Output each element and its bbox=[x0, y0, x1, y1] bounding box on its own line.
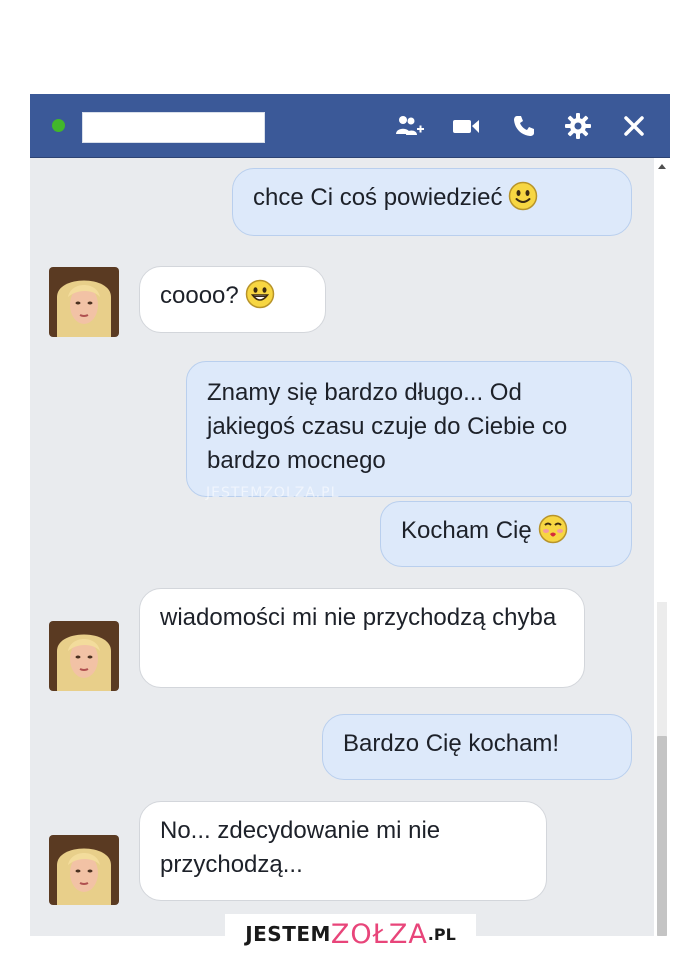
message-text: coooo? bbox=[160, 282, 239, 309]
contact-avatar[interactable] bbox=[49, 267, 119, 337]
message-list: chce Ci coś powiedzieć coooo? Znamy się … bbox=[30, 158, 654, 936]
message-text: Bardzo Cię kocham! bbox=[343, 730, 560, 757]
message-text: No... zdecydowanie mi nie przychodzą... bbox=[160, 817, 441, 878]
smile-emoji bbox=[508, 181, 538, 211]
phone-icon[interactable] bbox=[508, 110, 540, 142]
sent-message-bubble: Kocham Cię bbox=[380, 501, 632, 567]
message-text: chce Ci coś powiedzieć bbox=[253, 184, 503, 211]
close-icon[interactable] bbox=[618, 110, 650, 142]
message-text: wiadomości mi nie przychodzą chyba bbox=[160, 604, 557, 631]
chat-header bbox=[30, 94, 670, 158]
scroll-up-arrow-icon[interactable] bbox=[658, 164, 666, 169]
contact-name-redacted[interactable] bbox=[82, 112, 265, 143]
chat-window: chce Ci coś powiedzieć coooo? Znamy się … bbox=[30, 94, 670, 936]
contact-avatar[interactable] bbox=[49, 835, 119, 905]
contact-avatar[interactable] bbox=[49, 621, 119, 691]
message-text: Znamy się bardzo długo... Od jakiegoś cz… bbox=[207, 379, 568, 474]
kiss-emoji bbox=[538, 514, 568, 544]
received-message-bubble: wiadomości mi nie przychodzą chyba bbox=[139, 588, 585, 688]
add-friend-icon[interactable] bbox=[394, 110, 426, 142]
gear-icon[interactable] bbox=[562, 110, 594, 142]
watermark-brand-left: JESTEM bbox=[245, 922, 331, 946]
video-call-icon[interactable] bbox=[450, 110, 482, 142]
sent-message-bubble: chce Ci coś powiedzieć bbox=[232, 168, 632, 236]
watermark-brand-right: .PL bbox=[427, 924, 456, 944]
scrollbar[interactable] bbox=[654, 158, 670, 936]
grin-emoji bbox=[245, 279, 275, 309]
site-watermark: JESTEM ZOŁZA .PL bbox=[225, 914, 476, 954]
online-status-indicator bbox=[52, 119, 65, 132]
watermark-brand-mid: ZOŁZA bbox=[330, 918, 428, 950]
sent-message-bubble: Znamy się bardzo długo... Od jakiegoś cz… bbox=[186, 361, 632, 497]
received-message-bubble: No... zdecydowanie mi nie przychodzą... bbox=[139, 801, 547, 901]
sent-message-bubble: Bardzo Cię kocham! bbox=[322, 714, 632, 780]
scroll-thumb[interactable] bbox=[657, 736, 667, 936]
inline-watermark: JESTEMZOLZA.PL bbox=[206, 485, 340, 501]
received-message-bubble: coooo? bbox=[139, 266, 326, 333]
message-text: Kocham Cię bbox=[401, 517, 532, 544]
